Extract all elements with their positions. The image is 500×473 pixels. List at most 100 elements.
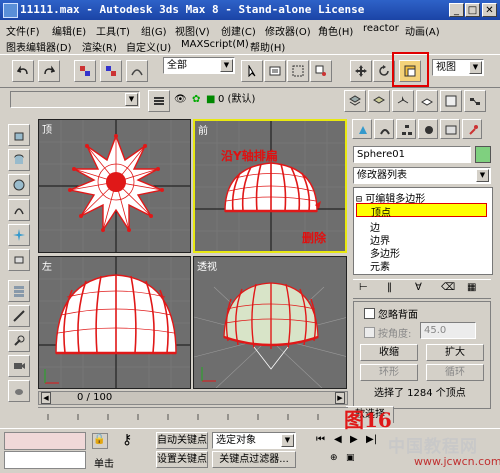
layer-dropdown[interactable]: 👁 ✿ ■ 0 (默认) ▼ — [172, 92, 322, 109]
window-crossing-icon[interactable] — [310, 60, 332, 82]
set-key-button[interactable]: 设置关键点 — [156, 451, 208, 468]
camera-icon[interactable] — [8, 355, 30, 377]
menu-character[interactable]: 角色(H) — [318, 23, 353, 38]
viewport-top[interactable]: 顶 — [38, 119, 191, 253]
spline-icon[interactable] — [8, 305, 30, 327]
create-tab-icon[interactable] — [352, 119, 372, 139]
key-mode-icon[interactable]: ⊕ — [330, 453, 338, 463]
stack-icon[interactable] — [8, 280, 30, 302]
play-icon[interactable]: ▶ — [350, 434, 358, 445]
remove-modifier-icon[interactable]: ⌫ — [441, 282, 455, 293]
configure-sets-icon[interactable]: ▦ — [467, 282, 476, 293]
utilities-tab-icon[interactable] — [462, 119, 482, 139]
hierarchy-tab-icon[interactable] — [396, 119, 416, 139]
menu-create[interactable]: 创建(C) — [221, 23, 256, 38]
viewport-perspective[interactable]: 透视 — [193, 256, 347, 389]
auto-key-button[interactable]: 自动关键点 — [156, 432, 208, 449]
cylinder-primitive-icon[interactable] — [8, 149, 30, 171]
menu-edit[interactable]: 编辑(E) — [52, 23, 86, 38]
time-config-icon[interactable]: ▣ — [346, 453, 355, 463]
stack-item-element[interactable]: 元素 — [370, 258, 390, 273]
ignore-backface-checkbox[interactable] — [364, 308, 375, 319]
bind-space-warp-icon[interactable] — [126, 60, 148, 82]
angle-spinner[interactable]: 45.0 — [420, 322, 476, 339]
menu-modifiers[interactable]: 修改器(O) — [265, 23, 311, 38]
object-name-field[interactable]: Sphere01 — [353, 146, 471, 163]
minimize-button[interactable]: _ — [449, 3, 464, 17]
ring-button[interactable]: 环形 — [360, 364, 418, 381]
menu-animation[interactable]: 动画(A) — [405, 23, 440, 38]
shapes-icon[interactable] — [8, 199, 30, 221]
shrink-button[interactable]: 收缩 — [360, 344, 418, 361]
pin-stack-icon[interactable]: ⊢ — [359, 282, 368, 293]
maxscript-listener-white[interactable] — [4, 451, 86, 469]
viewport-left-label[interactable]: 左 — [42, 258, 52, 273]
move-icon[interactable] — [350, 60, 372, 82]
motion-tab-icon[interactable] — [418, 119, 438, 139]
sphere-primitive-icon[interactable] — [8, 174, 30, 196]
maximize-button[interactable]: □ — [465, 3, 480, 17]
layer-manager-icon[interactable] — [148, 90, 170, 112]
stack-item-vertex-selected[interactable]: 顶点 — [356, 203, 487, 219]
viewport-perspective-label[interactable]: 透视 — [197, 258, 217, 273]
undo-button[interactable] — [12, 60, 34, 82]
box-primitive-icon[interactable] — [8, 124, 30, 146]
select-layer-icon[interactable] — [392, 90, 414, 112]
close-button[interactable]: ✕ — [482, 3, 497, 17]
modify-tab-icon[interactable] — [374, 119, 394, 139]
select-object-icon[interactable] — [241, 60, 263, 82]
region-select-icon[interactable] — [287, 60, 309, 82]
prev-key-icon[interactable]: ◀ — [334, 434, 342, 445]
select-and-link-icon[interactable] — [74, 60, 96, 82]
maxscript-listener-pink[interactable] — [4, 432, 86, 450]
key-icon[interactable]: ⚷ — [122, 433, 138, 449]
menu-file[interactable]: 文件(F) — [6, 23, 40, 38]
selection-rollout: 忽略背面 按角度: 45.0 收缩 扩大 环形 循环 选择了 1284 个顶点 — [353, 301, 491, 409]
layer-properties-icon[interactable] — [440, 90, 462, 112]
next-key-icon[interactable]: ▶| — [366, 434, 377, 445]
prev-frame-arrow-icon[interactable]: ◀ — [41, 392, 51, 404]
modifier-list-dropdown[interactable]: 修改器列表 ▼ — [353, 167, 491, 184]
teapot-icon[interactable] — [8, 380, 30, 402]
menu-rendering[interactable]: 渲染(R) — [82, 39, 117, 54]
schematic-view-icon[interactable] — [464, 90, 486, 112]
menu-maxscript[interactable]: MAXScript(M) — [181, 39, 249, 50]
unlink-icon[interactable] — [100, 60, 122, 82]
key-filters-button[interactable]: 关键点过滤器... — [212, 451, 296, 468]
loop-button[interactable]: 循环 — [426, 364, 484, 381]
helper-icon[interactable] — [8, 249, 30, 271]
light-icon[interactable] — [8, 224, 30, 246]
add-layer-icon[interactable] — [368, 90, 390, 112]
object-color-swatch[interactable] — [475, 146, 491, 163]
menu-group[interactable]: 组(G) — [141, 23, 167, 38]
selection-filter-dropdown[interactable]: 全部 ▼ — [163, 57, 235, 74]
menu-reactor[interactable]: reactor — [363, 23, 399, 34]
menu-tools[interactable]: 工具(T) — [96, 23, 130, 38]
grow-button[interactable]: 扩大 — [426, 344, 484, 361]
reference-coord-dropdown[interactable]: 视图 ▼ — [432, 59, 484, 76]
redo-button[interactable] — [38, 60, 60, 82]
viewport-top-label[interactable]: 顶 — [42, 121, 52, 136]
show-end-result-icon[interactable]: ‖ — [387, 282, 392, 293]
menu-customize[interactable]: 自定义(U) — [126, 39, 171, 54]
named-selection-dropdown[interactable]: ▼ — [10, 91, 140, 108]
menu-graph-editors[interactable]: 图表编辑器(D) — [6, 39, 72, 54]
time-slider[interactable]: ◀ 0 / 100 ▶ — [38, 391, 348, 405]
set-current-layer-icon[interactable] — [416, 90, 438, 112]
menu-views[interactable]: 视图(V) — [175, 23, 210, 38]
lock-icon[interactable]: 🔒 — [92, 433, 108, 449]
menu-help[interactable]: 帮助(H) — [250, 39, 285, 54]
select-by-name-icon[interactable] — [264, 60, 286, 82]
viewport-front[interactable]: 前 沿Y轴排扁 删除 — [193, 119, 347, 253]
track-bar[interactable] — [38, 407, 348, 428]
goto-start-icon[interactable]: ⏮ — [316, 434, 325, 445]
viewport-front-label[interactable]: 前 — [198, 122, 208, 137]
wrench-icon[interactable] — [8, 330, 30, 352]
display-tab-icon[interactable] — [440, 119, 460, 139]
viewport-left[interactable]: 左 — [38, 256, 191, 389]
selected-object-dropdown[interactable]: 选定对象 ▼ — [212, 432, 296, 449]
make-unique-icon[interactable]: ∀ — [415, 282, 422, 293]
layer-stack-icon[interactable] — [344, 90, 366, 112]
next-frame-arrow-icon[interactable]: ▶ — [335, 392, 345, 404]
by-angle-checkbox[interactable] — [364, 327, 375, 338]
